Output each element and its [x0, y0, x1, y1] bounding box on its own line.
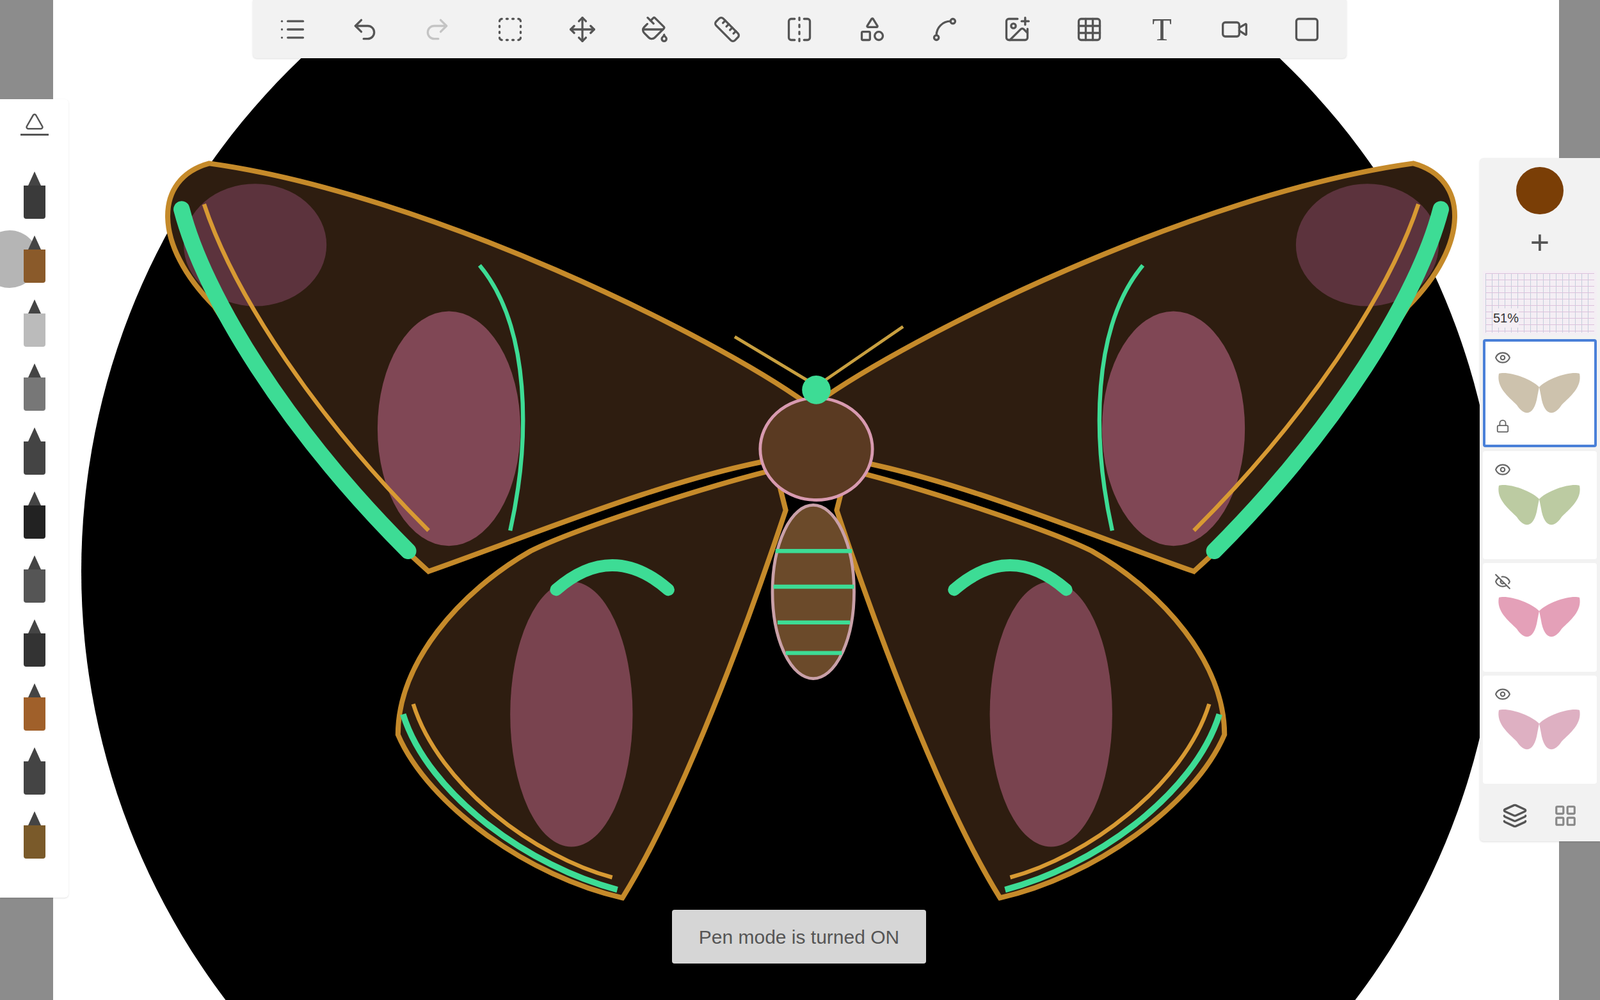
record-button-icon — [1220, 15, 1249, 44]
brush-item[interactable] — [0, 547, 69, 612]
fullscreen-button[interactable] — [1286, 8, 1328, 50]
redo-button-icon — [423, 15, 452, 44]
layer-thumbnail[interactable] — [1482, 339, 1597, 448]
brush-icon — [23, 619, 46, 667]
lock-icon[interactable] — [1495, 419, 1510, 434]
brush-item[interactable] — [0, 163, 69, 228]
brush-item[interactable] — [0, 419, 69, 484]
brush-icon — [23, 491, 46, 539]
brush-item[interactable] — [0, 227, 69, 292]
layer-opacity: 51% — [1493, 308, 1519, 328]
layer-list: 51% — [1482, 270, 1597, 784]
layers-icon[interactable] — [1502, 803, 1528, 829]
fill-button[interactable] — [634, 8, 676, 50]
color-layer-panel: +51% — [1479, 158, 1600, 842]
symmetry-button[interactable] — [778, 8, 820, 50]
shapes-button-icon — [858, 15, 887, 44]
brush-item[interactable] — [0, 483, 69, 548]
brush-item[interactable] — [0, 803, 69, 868]
menu-button[interactable] — [272, 8, 313, 50]
selection-button[interactable] — [489, 8, 531, 50]
layer-thumbnail[interactable] — [1482, 451, 1597, 560]
layer-thumbnail[interactable] — [1482, 675, 1597, 784]
layer-panel-footer — [1502, 790, 1578, 842]
fill-button-icon — [640, 15, 669, 44]
brush-item[interactable] — [0, 291, 69, 356]
brush-icon — [23, 299, 46, 347]
add-image-button-icon — [1002, 15, 1032, 44]
brush-item[interactable] — [0, 675, 69, 740]
brush-icon — [23, 555, 46, 603]
add-image-button[interactable] — [996, 8, 1038, 50]
eye-icon[interactable] — [1494, 461, 1512, 479]
brush-icon — [23, 747, 46, 795]
eye-off-icon[interactable] — [1494, 573, 1512, 591]
eye-icon[interactable] — [1494, 349, 1512, 367]
menu-button-icon — [278, 15, 307, 44]
brush-icon — [23, 235, 46, 283]
record-button[interactable] — [1214, 8, 1256, 50]
moth-wing — [816, 163, 1456, 898]
canvas-circle — [81, 0, 1500, 1000]
toast: Pen mode is turned ON — [672, 910, 927, 964]
undo-button-icon — [350, 15, 379, 44]
brush-size-slider[interactable] — [20, 112, 49, 164]
layer-preview-icon — [1494, 591, 1584, 649]
brush-panel — [0, 99, 69, 898]
app: T +51% Pen mode is turned ON — [0, 0, 1600, 1000]
perspective-button-icon — [1075, 15, 1104, 44]
ruler-button[interactable] — [706, 8, 748, 50]
brush-icon — [23, 171, 46, 219]
transform-button[interactable] — [561, 8, 603, 50]
canvas[interactable] — [53, 0, 1560, 1000]
top-toolbar: T — [252, 0, 1347, 59]
layer-preview-icon — [1494, 367, 1584, 425]
layer-thumbnail[interactable] — [1482, 563, 1597, 672]
brush-size-icon — [24, 112, 45, 132]
undo-button[interactable] — [344, 8, 386, 50]
text-tool-button[interactable]: T — [1141, 8, 1183, 50]
brush-item[interactable] — [0, 739, 69, 804]
eye-icon[interactable] — [1494, 686, 1512, 703]
stroke-button-icon — [930, 15, 959, 44]
brush-icon — [23, 811, 46, 859]
brush-icon — [23, 683, 46, 731]
moth-artwork — [0, 0, 1600, 1000]
add-layer-button[interactable]: + — [1530, 220, 1550, 265]
brush-icon — [23, 427, 46, 475]
symmetry-button-icon — [785, 15, 814, 44]
redo-button[interactable] — [416, 8, 458, 50]
shapes-button[interactable] — [851, 8, 893, 50]
layer-preview-icon — [1494, 479, 1584, 537]
perspective-button[interactable] — [1068, 8, 1110, 50]
transform-button-icon — [568, 15, 597, 44]
brush-item[interactable] — [0, 611, 69, 676]
ruler-button-icon — [712, 15, 742, 44]
moth-wing — [167, 163, 807, 898]
fullscreen-button-icon — [1292, 15, 1321, 44]
selection-button-icon — [496, 15, 525, 44]
layer-thumbnail[interactable]: 51% — [1482, 270, 1597, 336]
grid-view-icon[interactable] — [1553, 803, 1578, 829]
brush-item[interactable] — [0, 355, 69, 420]
color-swatch[interactable] — [1516, 167, 1564, 215]
brush-icon — [23, 363, 46, 411]
stroke-button[interactable] — [924, 8, 966, 50]
layer-preview-icon — [1494, 704, 1584, 762]
